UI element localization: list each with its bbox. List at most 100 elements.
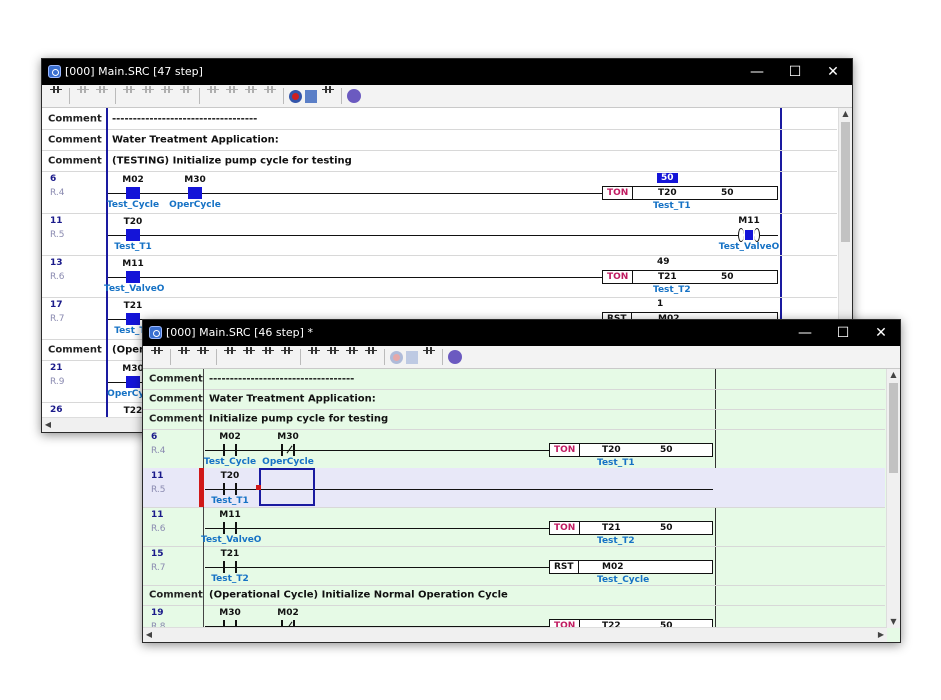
esc-icon[interactable] [48, 86, 64, 104]
scroll-down-icon[interactable]: ▼ [887, 616, 900, 628]
run-icon[interactable] [289, 89, 302, 103]
contact-0[interactable] [126, 229, 140, 241]
comment-label: Comment [48, 113, 102, 124]
back-titlebar[interactable]: [000] Main.SRC [47 step] — ☐ ✕ [42, 59, 852, 85]
monitor-icon[interactable] [305, 89, 317, 103]
insert-selection-box[interactable] [259, 468, 315, 506]
contact-comment: Test_T2 [211, 574, 249, 584]
rung-row[interactable]: 15 R.7 T21 Test_T2 RST M02 Test_Cycle [143, 546, 885, 586]
edit-glyph [322, 86, 334, 96]
function-box[interactable]: RST M02 [549, 560, 713, 574]
toolbar-separator [442, 349, 443, 365]
f10-icon[interactable] [344, 347, 360, 365]
comment-row[interactable]: Comment Water Treatment Application: [42, 129, 837, 151]
scroll-left-icon[interactable]: ◀ [42, 418, 54, 432]
f8-icon[interactable] [306, 347, 322, 365]
f8-icon[interactable] [205, 86, 221, 104]
comment-row[interactable]: Comment ---------------------------------… [143, 369, 885, 390]
contact-0[interactable] [223, 561, 237, 573]
f12-glyph [365, 347, 377, 357]
f5-icon[interactable] [241, 347, 257, 365]
f4-icon[interactable] [121, 86, 137, 104]
step-number: 26 [50, 405, 63, 415]
contact-0[interactable] [126, 187, 140, 199]
rung-row[interactable]: 11 R.5 T20 Test_T1 [143, 468, 885, 508]
contact-0[interactable] [126, 313, 140, 325]
f9-icon[interactable] [325, 347, 341, 365]
scroll-thumb[interactable] [841, 122, 850, 242]
close-button[interactable]: ✕ [862, 320, 900, 346]
function-name: TON [550, 444, 581, 456]
wizard-icon[interactable] [347, 89, 361, 103]
f10-icon[interactable] [243, 86, 259, 104]
front-horizontal-scrollbar[interactable]: ◀ ▶ [143, 627, 887, 642]
f9-icon[interactable] [224, 86, 240, 104]
front-window-title: [000] Main.SRC [46 step] * [166, 326, 313, 339]
rung-row[interactable]: 11 R.6 M11 Test_ValveO TON T21 50 Test_T2 [143, 507, 885, 547]
wizard-icon[interactable] [448, 350, 462, 364]
step-number: 17 [50, 300, 63, 310]
contact-device: M30 [219, 608, 241, 618]
monitor-icon[interactable] [406, 350, 418, 364]
maximize-button[interactable]: ☐ [824, 320, 862, 346]
edit-icon[interactable] [421, 347, 437, 365]
contact-0[interactable] [223, 483, 237, 495]
convert-icon[interactable] [75, 86, 91, 104]
front-titlebar[interactable]: [000] Main.SRC [46 step] * — ☐ ✕ [143, 320, 900, 346]
close-button[interactable]: ✕ [814, 59, 852, 85]
toolbar-separator [216, 349, 217, 365]
convert-icon[interactable] [176, 347, 192, 365]
comment-row[interactable]: Comment (Operational Cycle) Initialize No… [143, 585, 885, 606]
current-value: 50 [657, 173, 678, 183]
f7-icon[interactable] [279, 347, 295, 365]
function-name: TON [603, 187, 634, 199]
f7-icon[interactable] [178, 86, 194, 104]
run-icon[interactable] [390, 350, 403, 364]
front-vertical-scrollbar[interactable]: ▲ ▼ [886, 369, 900, 628]
row-label: 17 R.7 [42, 297, 108, 339]
output-coil[interactable] [738, 228, 760, 242]
rung-row[interactable]: 13 R.6 M11 Test_ValveO TON T21 50 49 Test_T2 [42, 255, 837, 298]
rung-row[interactable]: 6 R.4 M02 Test_Cycle M30 OperCycle TON T20 50 50 T… [42, 171, 837, 214]
contact-0[interactable] [126, 376, 140, 388]
row-label: 11 R.5 [42, 213, 108, 255]
f6-icon[interactable] [260, 347, 276, 365]
scroll-left-icon[interactable]: ◀ [143, 628, 155, 642]
comment-row[interactable]: Comment Water Treatment Application: [143, 389, 885, 410]
scroll-thumb[interactable] [889, 383, 898, 473]
comment-row[interactable]: Comment ---------------------------------… [42, 108, 837, 130]
scroll-up-icon[interactable]: ▲ [887, 369, 900, 381]
f12-icon[interactable] [363, 347, 379, 365]
contact-1[interactable] [188, 187, 202, 199]
comment-row[interactable]: Comment (TESTING) Initialize pump cycle f… [42, 150, 837, 172]
front-ladder-window[interactable]: [000] Main.SRC [46 step] * — ☐ ✕ Comment… [142, 319, 901, 643]
rung-row[interactable]: 11 R.5 T20 Test_T1 M11 Test_ValveO [42, 213, 837, 256]
maximize-button[interactable]: ☐ [776, 59, 814, 85]
contact-1[interactable] [281, 444, 295, 456]
f4-icon[interactable] [222, 347, 238, 365]
function-box[interactable]: TON T20 50 [602, 186, 778, 200]
contact-device: M11 [219, 510, 241, 520]
comment-row[interactable]: Comment Initialize pump cycle for testing [143, 409, 885, 430]
f2-icon[interactable] [195, 347, 211, 365]
minimize-button[interactable]: — [786, 320, 824, 346]
scroll-up-icon[interactable]: ▲ [839, 108, 852, 120]
rung-row[interactable]: 6 R.4 M02 Test_Cycle M30 OperCycle TON T20 50 Tes… [143, 429, 885, 469]
minimize-button[interactable]: — [738, 59, 776, 85]
function-box[interactable]: TON T21 50 [602, 270, 778, 284]
front-ladder-editor[interactable]: Comment ---------------------------------… [143, 369, 900, 642]
scroll-right-icon[interactable]: ▶ [875, 628, 887, 642]
contact-0[interactable] [126, 271, 140, 283]
contact-0[interactable] [223, 444, 237, 456]
contact-0[interactable] [223, 522, 237, 534]
f12-icon[interactable] [262, 86, 278, 104]
f6-icon[interactable] [159, 86, 175, 104]
f5-icon[interactable] [140, 86, 156, 104]
function-box[interactable]: TON T20 50 [549, 443, 713, 457]
app-icon [48, 65, 61, 78]
contact-comment: OperCycle [169, 200, 221, 210]
edit-icon[interactable] [320, 86, 336, 104]
f2-icon[interactable] [94, 86, 110, 104]
function-box[interactable]: TON T21 50 [549, 521, 713, 535]
esc-icon[interactable] [149, 347, 165, 365]
